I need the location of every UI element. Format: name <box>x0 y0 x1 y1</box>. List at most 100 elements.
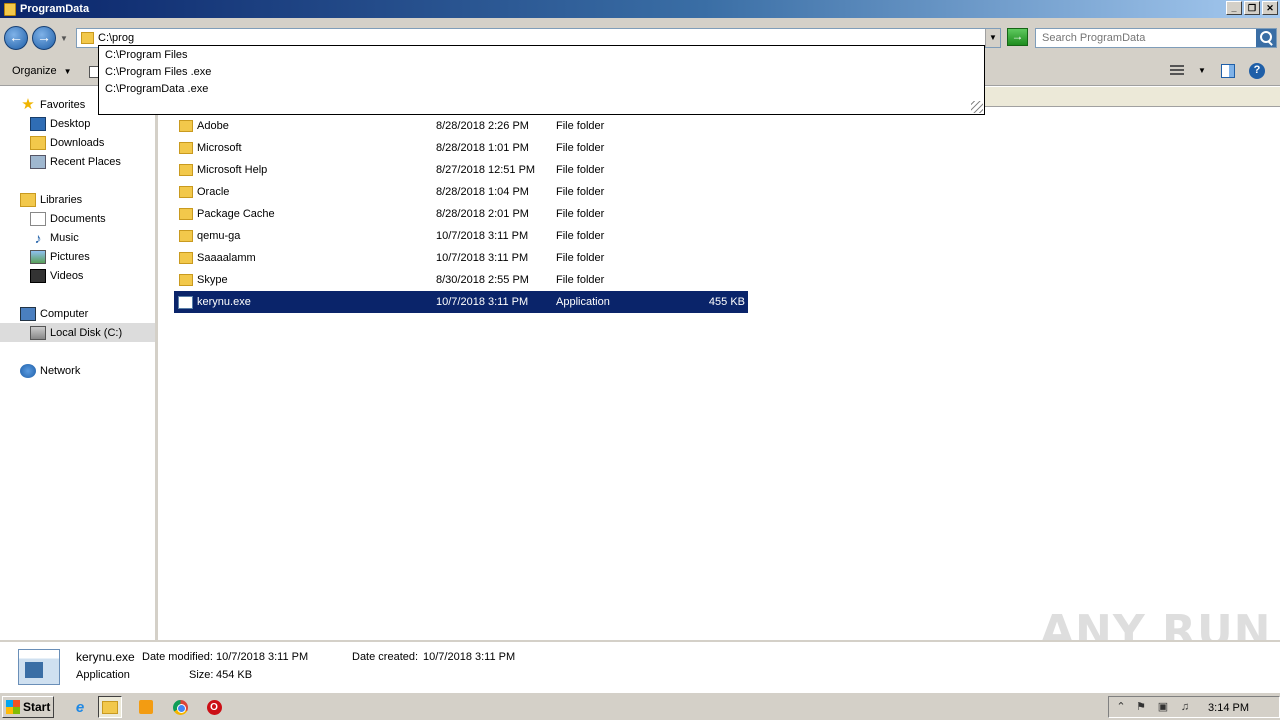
view-dropdown-button[interactable]: ▼ <box>1198 66 1206 75</box>
explorer-button[interactable] <box>98 696 122 718</box>
folder-icon <box>179 252 193 264</box>
details-file-type: Application <box>76 669 130 681</box>
details-size-label: Size: <box>189 669 214 681</box>
start-button[interactable]: Start <box>2 696 54 718</box>
tray-expand-icon[interactable]: ⌃ <box>1115 701 1127 713</box>
file-date: 8/28/2018 2:26 PM <box>436 120 529 132</box>
autocomplete-item[interactable]: C:\ProgramData .exe <box>105 83 208 95</box>
downloads-icon <box>30 135 46 150</box>
nav-documents[interactable]: Documents <box>30 209 106 228</box>
file-size: 455 KB <box>708 296 745 308</box>
nav-downloads[interactable]: Downloads <box>30 133 104 152</box>
file-date: 8/28/2018 2:01 PM <box>436 208 529 220</box>
nav-label: Network <box>40 364 81 377</box>
file-row-selected[interactable]: kerynu.exe 10/7/2018 3:11 PM Application… <box>174 291 748 313</box>
file-type: Application <box>556 296 610 308</box>
file-row[interactable]: Microsoft 8/28/2018 1:01 PM File folder <box>174 137 748 159</box>
nav-label: Music <box>50 231 79 244</box>
nav-label: Desktop <box>50 117 91 130</box>
network-tray-icon[interactable]: ▣ <box>1157 701 1169 713</box>
flag-icon[interactable]: ⚑ <box>1135 701 1147 713</box>
pictures-icon <box>30 249 46 264</box>
file-type: File folder <box>556 164 605 176</box>
go-button[interactable]: → <box>1007 28 1028 46</box>
nav-network[interactable]: Network <box>20 361 80 380</box>
recent-pages-dropdown[interactable]: ▼ <box>60 34 68 43</box>
opera-button[interactable]: O <box>202 696 226 718</box>
file-row[interactable]: Package Cache 8/28/2018 2:01 PM File fol… <box>174 203 748 225</box>
nav-local-disk[interactable]: Local Disk (C:) <box>0 323 155 342</box>
preview-pane-icon[interactable] <box>1221 64 1235 78</box>
back-button[interactable]: ← <box>4 26 28 50</box>
window-controls: _ ❐ ✕ <box>1226 1 1278 15</box>
file-row[interactable]: Oracle 8/28/2018 1:04 PM File folder <box>174 181 748 203</box>
search-icon[interactable] <box>1256 29 1276 47</box>
file-row[interactable]: qemu-ga 10/7/2018 3:11 PM File folder <box>174 225 748 247</box>
file-type: File folder <box>556 120 605 132</box>
navigation-pane: ★ Favorites Desktop Downloads Recent Plac… <box>0 87 158 640</box>
chevron-down-icon: ▼ <box>63 67 72 76</box>
organize-label: Organize <box>12 65 57 77</box>
file-type: File folder <box>556 142 605 154</box>
forward-button[interactable]: → <box>32 26 56 50</box>
address-input[interactable] <box>98 30 978 46</box>
nav-libraries[interactable]: Libraries <box>20 190 82 209</box>
desktop-icon <box>30 116 46 131</box>
file-row[interactable]: Saaaalamm 10/7/2018 3:11 PM File folder <box>174 247 748 269</box>
close-button[interactable]: ✕ <box>1262 1 1278 15</box>
file-type: File folder <box>556 230 605 242</box>
file-row[interactable]: Microsoft Help 8/27/2018 12:51 PM File f… <box>174 159 748 181</box>
media-player-button[interactable] <box>134 696 158 718</box>
file-type: File folder <box>556 252 605 264</box>
autocomplete-item[interactable]: C:\Program Files <box>105 49 188 61</box>
details-size-value: 454 KB <box>216 669 253 681</box>
application-icon <box>178 295 193 309</box>
nav-label: Favorites <box>40 98 86 111</box>
nav-label: Downloads <box>50 136 105 149</box>
file-list: Adobe 8/28/2018 2:26 PM File folder Micr… <box>160 107 1280 640</box>
opera-icon: O <box>206 699 222 715</box>
star-icon: ★ <box>21 95 35 113</box>
view-options-icon[interactable] <box>1170 65 1184 76</box>
file-date: 10/7/2018 3:11 PM <box>436 252 529 264</box>
file-date: 8/27/2018 12:51 PM <box>436 164 536 176</box>
details-created-label: Date created: <box>352 651 419 663</box>
computer-icon <box>20 306 36 321</box>
nav-music[interactable]: ♪ Music <box>30 228 79 247</box>
file-row[interactable]: Skype 8/30/2018 2:55 PM File folder <box>174 269 748 291</box>
nav-computer[interactable]: Computer <box>20 304 88 323</box>
windows-logo-icon <box>6 700 20 714</box>
resize-grip-icon[interactable] <box>971 101 983 113</box>
file-name: Skype <box>197 274 228 286</box>
chrome-button[interactable] <box>168 696 192 718</box>
file-row[interactable]: Adobe 8/28/2018 2:26 PM File folder <box>174 115 748 137</box>
nav-recent-places[interactable]: Recent Places <box>30 152 121 171</box>
nav-videos[interactable]: Videos <box>30 266 83 285</box>
address-dropdown-button[interactable]: ▼ <box>985 29 1000 47</box>
volume-icon[interactable]: ♫ <box>1179 701 1191 713</box>
autocomplete-item[interactable]: C:\Program Files .exe <box>105 66 211 78</box>
nav-pictures[interactable]: Pictures <box>30 247 90 266</box>
search-input[interactable] <box>1042 30 1252 46</box>
minimize-button[interactable]: _ <box>1226 1 1242 15</box>
folder-icon <box>179 164 193 176</box>
clock[interactable]: 3:14 PM <box>1208 702 1249 714</box>
folder-icon <box>179 274 193 286</box>
organize-button[interactable]: Organize ▼ <box>12 65 72 77</box>
file-type: File folder <box>556 208 605 220</box>
file-name: Adobe <box>197 120 229 132</box>
recent-places-icon <box>30 154 46 169</box>
restore-button[interactable]: ❐ <box>1244 1 1260 15</box>
file-type: File folder <box>556 274 605 286</box>
file-name: kerynu.exe <box>197 296 251 308</box>
media-player-icon <box>139 700 153 714</box>
nav-label: Computer <box>40 307 89 320</box>
nav-desktop[interactable]: Desktop <box>30 114 90 133</box>
help-icon[interactable]: ? <box>1249 63 1265 79</box>
nav-favorites[interactable]: ★ Favorites <box>20 95 85 114</box>
file-name: Saaaalamm <box>197 252 256 264</box>
internet-explorer-button[interactable]: e <box>68 696 92 718</box>
details-file-name: kerynu.exe <box>76 650 135 664</box>
search-box[interactable] <box>1035 28 1277 48</box>
file-date: 8/28/2018 1:01 PM <box>436 142 529 154</box>
